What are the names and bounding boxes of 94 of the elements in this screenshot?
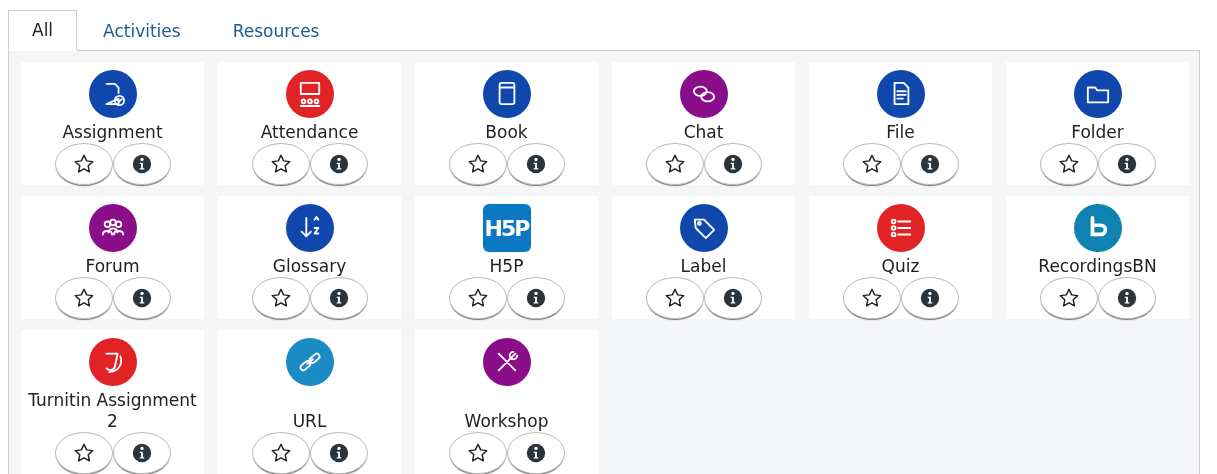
module-card[interactable]: Glossary [218, 196, 401, 319]
info-button[interactable] [1097, 143, 1156, 185]
module-card[interactable]: Turnitin Assignment 2 [21, 330, 204, 474]
info-icon [130, 153, 153, 175]
info-button[interactable] [1097, 277, 1156, 319]
favourite-button[interactable] [251, 143, 310, 185]
module-card[interactable]: Quiz [809, 196, 992, 319]
favourite-button[interactable] [54, 277, 113, 319]
info-icon [1115, 153, 1138, 175]
star-icon [72, 153, 95, 175]
info-icon [327, 287, 350, 309]
star-icon [72, 287, 95, 309]
info-icon [327, 153, 350, 175]
module-name[interactable]: Forum [85, 252, 140, 277]
module-name[interactable]: H5P [489, 252, 524, 277]
info-button[interactable] [309, 432, 368, 474]
module-card[interactable]: Forum [21, 196, 204, 319]
info-button[interactable] [506, 432, 565, 474]
star-icon [72, 442, 95, 464]
module-card[interactable]: URL [218, 330, 401, 474]
info-button[interactable] [703, 143, 762, 185]
favourite-button[interactable] [448, 277, 507, 319]
info-icon [721, 287, 744, 309]
module-card[interactable]: RecordingsBN [1006, 196, 1189, 319]
info-button[interactable] [506, 143, 565, 185]
module-card[interactable]: Label [612, 196, 795, 319]
info-icon [524, 153, 547, 175]
module-name[interactable]: Glossary [272, 252, 347, 277]
favourite-button[interactable] [1039, 277, 1098, 319]
info-icon [130, 287, 153, 309]
info-button[interactable] [506, 277, 565, 319]
module-card[interactable]: Workshop [415, 330, 598, 474]
module-name[interactable]: Quiz [881, 252, 920, 277]
info-button[interactable] [309, 277, 368, 319]
module-name[interactable]: Turnitin Assignment 2 [25, 386, 200, 432]
info-button[interactable] [900, 143, 959, 185]
star-icon [466, 287, 489, 309]
module-name[interactable]: Attendance [260, 118, 359, 143]
tab[interactable]: Activities [77, 10, 207, 51]
star-icon [663, 287, 686, 309]
info-icon [721, 153, 744, 175]
module-name[interactable]: Folder [1071, 118, 1124, 143]
info-icon [327, 442, 350, 464]
favourite-button[interactable] [842, 277, 901, 319]
favourite-button[interactable] [448, 432, 507, 474]
module-name[interactable]: Assignment [62, 118, 163, 143]
info-button[interactable] [112, 277, 171, 319]
favourite-button[interactable] [54, 143, 113, 185]
module-card[interactable]: Assignment [21, 62, 204, 185]
module-card[interactable]: File [809, 62, 992, 185]
info-button[interactable] [703, 277, 762, 319]
info-button[interactable] [112, 143, 171, 185]
star-icon [860, 153, 883, 175]
info-icon [918, 153, 941, 175]
info-icon [524, 287, 547, 309]
info-icon [524, 442, 547, 464]
info-icon [1115, 287, 1138, 309]
module-name[interactable]: File [886, 118, 915, 143]
favourite-button[interactable] [842, 143, 901, 185]
favourite-button[interactable] [54, 432, 113, 474]
module-card[interactable]: Attendance [218, 62, 401, 185]
favourite-button[interactable] [251, 432, 310, 474]
star-icon [269, 442, 292, 464]
module-name[interactable]: URL [292, 407, 327, 432]
module-name[interactable]: Chat [683, 118, 724, 143]
tab[interactable]: All [8, 10, 78, 51]
module-card[interactable]: Book [415, 62, 598, 185]
module-card[interactable]: Chat [612, 62, 795, 185]
h5p-logo: H5P [482, 204, 531, 252]
module-name[interactable]: RecordingsBN [1038, 252, 1157, 277]
star-icon [466, 153, 489, 175]
favourite-button[interactable] [251, 277, 310, 319]
star-icon [269, 153, 292, 175]
star-icon [663, 153, 686, 175]
star-icon [466, 442, 489, 464]
module-name[interactable]: Book [485, 118, 528, 143]
info-button[interactable] [112, 432, 171, 474]
module-name[interactable]: Label [680, 252, 727, 277]
favourite-button[interactable] [448, 143, 507, 185]
tab[interactable]: Resources [206, 10, 346, 51]
star-icon [269, 287, 292, 309]
info-button[interactable] [309, 143, 368, 185]
favourite-button[interactable] [645, 143, 704, 185]
favourite-button[interactable] [645, 277, 704, 319]
info-button[interactable] [900, 277, 959, 319]
module-card[interactable]: H5P H5P [415, 196, 598, 319]
info-icon [918, 287, 941, 309]
star-icon [1057, 287, 1080, 309]
star-icon [860, 287, 883, 309]
favourite-button[interactable] [1039, 143, 1098, 185]
info-icon [130, 442, 153, 464]
module-name[interactable]: Workshop [464, 407, 549, 432]
star-icon [1057, 153, 1080, 175]
module-card[interactable]: Folder [1006, 62, 1189, 185]
